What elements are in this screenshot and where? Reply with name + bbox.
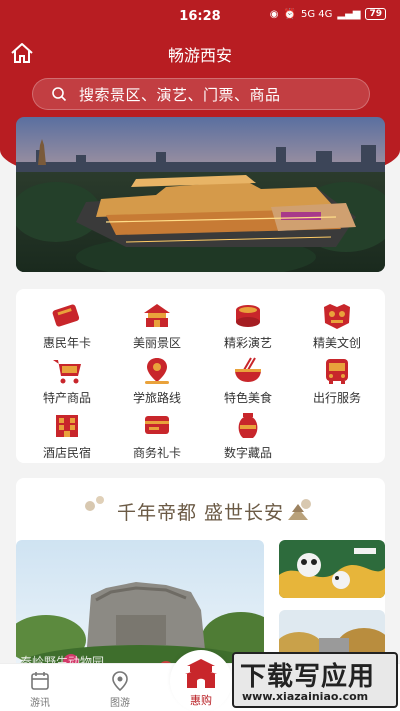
noodle-bowl-icon (235, 357, 261, 382)
bus-icon (326, 359, 348, 384)
menu-item-creative[interactable]: 精美文创 (291, 301, 383, 351)
news-icon (31, 672, 49, 690)
menu-label: 商务礼卡 (132, 446, 181, 460)
menu-label: 惠民年卡 (42, 336, 91, 350)
search-icon (52, 87, 67, 102)
menu-item-gift-card[interactable]: 商务礼卡 (111, 411, 203, 461)
alarm-icon: ⏰ (283, 8, 296, 20)
tab-map[interactable]: 图游 (80, 664, 160, 709)
banner-image[interactable] (16, 117, 385, 272)
menu-item-hotel[interactable]: 酒店民宿 (21, 411, 113, 461)
menu-item-digital-collectible[interactable]: 数字藏品 (202, 411, 294, 461)
menu-label: 精彩演艺 (223, 336, 272, 350)
signal-text: 5G 4G (300, 8, 333, 20)
tab-label: 惠购 (190, 694, 212, 707)
menu-label: 酒店民宿 (42, 446, 91, 460)
tab-news[interactable]: 游讯 (0, 664, 80, 709)
watermark-text: 下载写应用 (240, 662, 376, 692)
pavilion-icon (144, 304, 170, 327)
wifi-icon: ▂▄▆ (337, 8, 361, 20)
drum-icon (236, 305, 260, 327)
watermark: 下载写应用 www.xiazainiao.com (232, 652, 398, 708)
promo-slogan: 千年帝都 盛世长安 (116, 502, 285, 524)
ticket-card-icon (52, 304, 80, 327)
menu-item-scenic[interactable]: 美丽景区 (111, 301, 203, 351)
gate-tower-icon (185, 659, 217, 688)
location-pin-icon (112, 671, 128, 692)
status-icons: ◉ ⏰ 5G 4G ▂▄▆ 79 (270, 8, 386, 20)
menu-item-study-route[interactable]: 学旅路线 (111, 356, 203, 406)
zoo-card[interactable]: 秦岭野生动物园 (16, 540, 264, 678)
tab-label: 图游 (110, 698, 130, 709)
menu-label: 精美文创 (312, 336, 361, 350)
vase-icon (238, 413, 258, 438)
menu-item-specialty[interactable]: 特产商品 (21, 356, 113, 406)
gift-card-icon (145, 416, 169, 434)
menu-label: 数字藏品 (223, 446, 272, 460)
eye-icon: ◉ (269, 8, 279, 20)
menu-label: 学旅路线 (132, 391, 181, 405)
lion-mask-icon (324, 304, 350, 329)
tab-label: 游讯 (30, 698, 50, 709)
menu-item-transport[interactable]: 出行服务 (291, 356, 383, 406)
page-title: 畅游西安 (167, 46, 232, 65)
menu-item-performance[interactable]: 精彩演艺 (202, 301, 294, 351)
menu-label: 出行服务 (312, 391, 361, 405)
tab-shop[interactable]: 惠购 (170, 650, 232, 711)
map-pin-icon (145, 358, 169, 384)
menu-label: 特色美食 (223, 391, 272, 405)
side-card-panda[interactable] (279, 540, 385, 598)
hotel-icon (56, 415, 78, 437)
menu-label: 美丽景区 (132, 336, 181, 350)
menu-item-annual-card[interactable]: 惠民年卡 (21, 301, 113, 351)
category-menu: 惠民年卡 美丽景区 精彩演艺 精美文创 特产商品 学旅路线 特色美食 出行服务 … (16, 289, 385, 463)
watermark-url: www.xiazainiao.com (242, 690, 369, 703)
shopping-cart-icon (53, 360, 81, 384)
search-placeholder: 搜索景区、演艺、门票、商品 (79, 85, 281, 104)
menu-label: 特产商品 (42, 391, 91, 405)
menu-item-food[interactable]: 特色美食 (202, 356, 294, 406)
search-bar[interactable]: 搜索景区、演艺、门票、商品 (32, 78, 370, 110)
battery-icon: 79 (365, 8, 386, 20)
promo-section: 千年帝都 盛世长安 秦岭野生动物园 (16, 478, 385, 678)
status-bar: 16:28 ◉ ⏰ 5G 4G ▂▄▆ 79 (0, 0, 400, 34)
